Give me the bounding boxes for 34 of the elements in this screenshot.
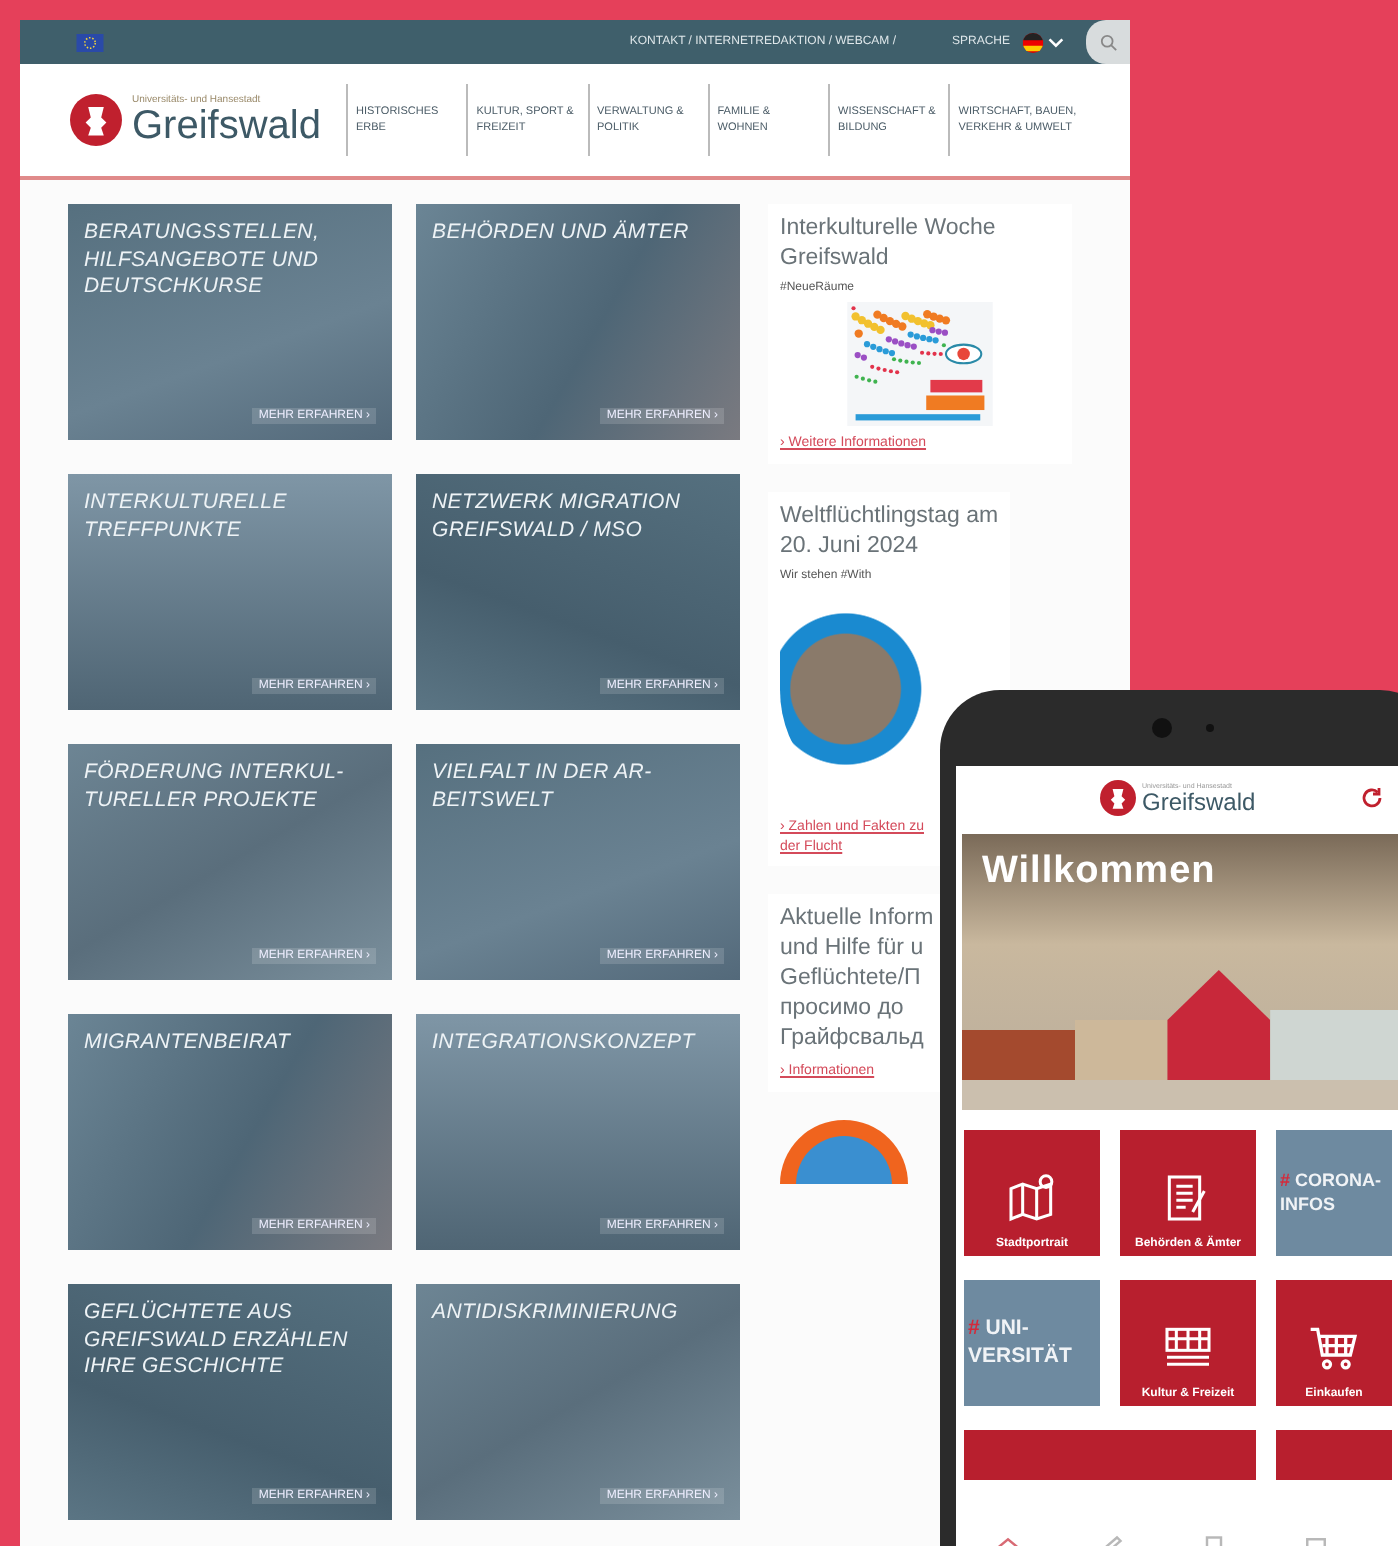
logo-title: Greifswald [1142, 790, 1256, 814]
card-title: BEHÖRDEN UND ÄMTER [432, 220, 691, 248]
crest-logo-icon[interactable] [70, 94, 122, 146]
welcome-title: Willkommen [982, 850, 1216, 894]
news-title: Interkulturelle Woche [780, 214, 998, 244]
refresh-icon[interactable] [1360, 786, 1384, 810]
news-title: 20. Juni 2024 [780, 531, 921, 562]
news-title: Geflüchtete/П [780, 964, 923, 995]
card-title: VIELFALT IN DER AR-BEITSWELT [432, 760, 654, 815]
news-title: Грайфсвальд [780, 1024, 926, 1055]
search-icon [1099, 33, 1117, 51]
flag-icon [76, 33, 104, 51]
card-title: NETZWERK MIGRATION GREIFSWALD / MSO [432, 490, 683, 545]
card-title: BERATUNGSSTELLEN, HILFSANGEBOTE UND DEUTSCHKURSE [84, 220, 322, 302]
news-title: Greifswald [780, 243, 891, 274]
app-tile[interactable]: # CORONA-INFOS [1276, 1130, 1392, 1256]
news-title: Aktuelle Inform [780, 904, 934, 935]
tile-label: # CORONA-INFOS [1280, 1169, 1384, 1217]
crest-logo-icon [1100, 780, 1136, 816]
card-title: MIGRANTENBEIRAT [84, 1030, 293, 1058]
card-title: INTEGRATIONSKONZEPT [432, 1030, 698, 1058]
news-title: und Hilfe für u [780, 934, 926, 965]
card-title: GEFLÜCHTETE AUS GREIFSWALD ERZÄHLEN IHRE GESCHICHTE [84, 1300, 350, 1382]
tile-label: # UNI-VERSITÄT [968, 1315, 1074, 1371]
app-tile[interactable]: # UNI-VERSITÄT [964, 1280, 1100, 1406]
news-title: просимо до [780, 994, 906, 1025]
search-button[interactable] [1086, 20, 1130, 64]
sun-drawing [780, 1119, 908, 1184]
news-title: Weltflüchtlingstag am [780, 502, 999, 532]
logo-title[interactable]: Greifswald [132, 106, 321, 146]
card-title: ANTIDISKRIMINIERUNG [432, 1300, 680, 1328]
card-title: FÖRDERUNG INTERKUL-TURELLER PROJEKTE [84, 760, 346, 815]
card-title: INTERKULTURELLE TREFFPUNKTE [84, 490, 289, 545]
language-flag-icon[interactable] [1022, 31, 1066, 53]
